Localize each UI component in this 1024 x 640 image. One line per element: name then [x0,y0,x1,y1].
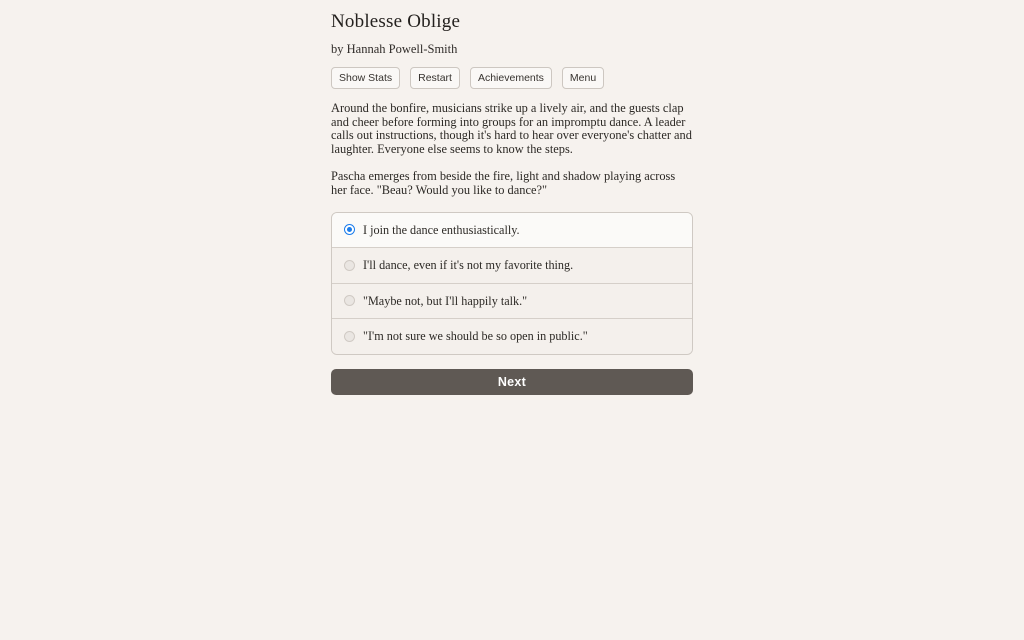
restart-button[interactable]: Restart [410,67,460,89]
choice-label: I'll dance, even if it's not my favorite… [363,258,574,273]
author-byline: by Hannah Powell-Smith [331,42,458,56]
story-paragraph: Pascha emerges from beside the fire, lig… [331,169,676,197]
radio-icon[interactable] [344,330,355,342]
choice-option[interactable]: I join the dance enthusiastically. [332,212,692,249]
radio-icon-selected[interactable] [344,224,355,236]
next-button[interactable]: Next [331,368,693,395]
radio-icon[interactable] [344,259,355,271]
choice-list: I join the dance enthusiastically. I'll … [331,211,693,355]
choice-label: "I'm not sure we should be so open in pu… [363,329,588,344]
story-paragraph: Around the bonfire, musicians strike up … [331,101,692,156]
radio-icon[interactable] [344,295,355,307]
choice-label: I join the dance enthusiastically. [363,222,520,237]
choice-label: "Maybe not, but I'll happily talk." [363,293,528,308]
choice-option[interactable]: "I'm not sure we should be so open in pu… [332,319,692,354]
show-stats-button[interactable]: Show Stats [331,67,401,89]
toolbar: Show Stats Restart Achievements Menu [331,57,693,89]
game-page: Noblesse Oblige by Hannah Powell-Smith S… [331,0,693,395]
choice-option[interactable]: "Maybe not, but I'll happily talk." [332,283,692,320]
choice-option[interactable]: I'll dance, even if it's not my favorite… [332,248,692,284]
achievements-button[interactable]: Achievements [469,67,552,89]
story-text: Around the bonfire, musicians strike up … [331,89,693,198]
menu-button[interactable]: Menu [561,67,605,89]
page-title: Noblesse Oblige [331,11,461,32]
